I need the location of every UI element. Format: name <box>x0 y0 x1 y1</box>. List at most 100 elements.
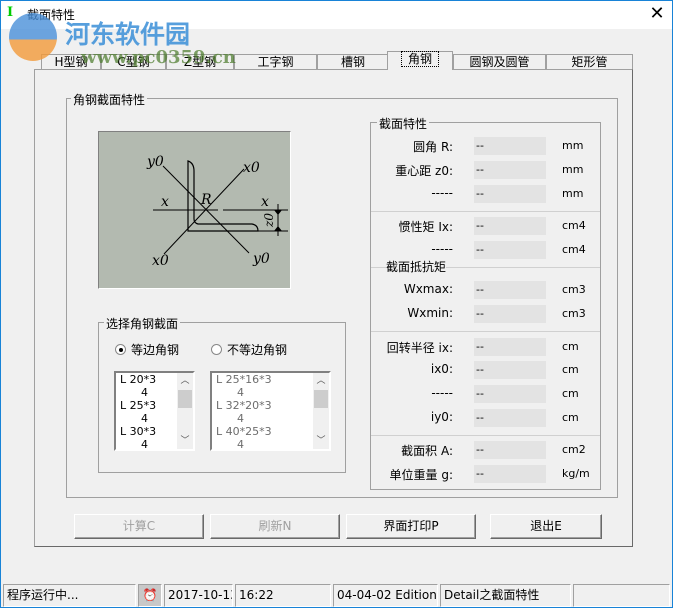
diagram-label-x-left: x <box>161 194 169 210</box>
property-label: ----- <box>431 386 453 400</box>
property-label: ----- <box>431 186 453 200</box>
chevron-down-icon[interactable]: ﹀ <box>177 433 193 449</box>
divider <box>371 211 600 212</box>
status-date: 2017-10-13 <box>164 584 233 607</box>
diagram-svg: y0 x0 x R x z0 x0 y0 <box>146 154 288 269</box>
clock-icon: ⏰ <box>138 584 162 607</box>
section-properties-label: 截面特性 <box>377 115 430 132</box>
property-value-field: -- <box>474 217 546 235</box>
property-label: iy0: <box>430 410 453 424</box>
unequal-angle-list[interactable]: L 25*16*3 4 L 32*20*3 4 L 40*25*3 4 ︿ ﹀ <box>210 371 331 451</box>
radio-checked-icon <box>115 344 126 355</box>
scrollbar[interactable]: ︿ ﹀ <box>177 373 193 449</box>
print-button[interactable]: 界面打印P <box>346 514 476 539</box>
property-unit: kg/m <box>562 467 590 480</box>
diagram-label-x0-top: x0 <box>243 160 260 176</box>
exit-button[interactable]: 退出E <box>490 514 602 539</box>
property-label: Wxmax: <box>403 282 453 296</box>
scroll-thumb[interactable] <box>178 390 192 408</box>
tab-i-beam[interactable]: 工字钢 <box>234 54 317 70</box>
property-unit: cm <box>562 387 579 400</box>
status-detail: Detail之截面特性 <box>440 584 571 607</box>
equal-angle-list[interactable]: L 20*3 4 L 25*3 4 L 30*3 4 ︿ ﹀ <box>114 371 195 451</box>
select-section-label: 选择角钢截面 <box>104 315 181 332</box>
divider <box>371 435 600 436</box>
property-label: 圆角 R: <box>413 140 453 154</box>
property-value-field: -- <box>474 161 546 179</box>
radio-equal-angle[interactable]: 等边角钢 <box>115 341 179 358</box>
tab-label: 槽钢 <box>340 55 365 69</box>
property-label: Wxmin: <box>407 306 453 320</box>
title-bar: I 截面特性 ✕ <box>1 1 672 29</box>
property-label: ----- <box>431 242 453 256</box>
list-item[interactable]: L 32*20*3 <box>212 399 329 412</box>
property-unit: mm <box>562 139 584 152</box>
chevron-up-icon[interactable]: ︿ <box>177 373 193 389</box>
property-unit: cm <box>562 340 579 353</box>
property-value-field: -- <box>474 465 546 483</box>
status-text: 程序运行中... <box>3 584 136 607</box>
property-label: 单位重量 g: <box>389 468 453 482</box>
property-label: 回转半径 ix: <box>386 341 453 355</box>
watermark-url: www.pc0359.cn <box>81 47 236 68</box>
property-value-field: -- <box>474 385 546 403</box>
section-modulus-label: 截面抵抗矩 <box>386 258 447 275</box>
tab-label: 角钢 <box>400 51 440 67</box>
watermark-logo-icon <box>9 13 57 61</box>
property-unit: cm4 <box>562 219 586 232</box>
tab-rect-tube[interactable]: 矩形管 <box>546 54 633 70</box>
radio-unequal-angle[interactable]: 不等边角钢 <box>211 341 287 358</box>
list-item[interactable]: L 40*25*3 <box>212 425 329 438</box>
list-item[interactable]: 4 <box>212 386 329 399</box>
tab-label: 矩形管 <box>571 55 608 69</box>
property-label: 重心距 z0: <box>395 164 453 178</box>
property-value-field: -- <box>474 409 546 427</box>
property-value-field: -- <box>474 305 546 323</box>
status-edition: 04-04-02 Edition <box>333 584 438 607</box>
angle-section-diagram: y0 x0 x R x z0 x0 y0 <box>98 131 291 289</box>
status-time: 16:22 <box>235 584 331 607</box>
property-unit: cm4 <box>562 243 586 256</box>
tab-channel[interactable]: 槽钢 <box>317 54 389 70</box>
tab-label: 工字钢 <box>257 55 294 69</box>
calculate-button[interactable]: 计算C <box>74 514 204 539</box>
status-extra <box>573 584 670 607</box>
property-value-field: -- <box>474 441 546 459</box>
app-window: I 截面特性 ✕ 河东软件园 www.pc0359.cn H型钢 C型钢 Z型钢… <box>0 0 673 608</box>
property-value-field: -- <box>474 241 546 259</box>
property-unit: mm <box>562 163 584 176</box>
property-unit: cm <box>562 411 579 424</box>
property-unit: cm3 <box>562 283 586 296</box>
refresh-button[interactable]: 刷新N <box>210 514 340 539</box>
radio-label: 不等边角钢 <box>227 343 288 357</box>
angle-properties-group-label: 角钢截面特性 <box>71 91 148 108</box>
diagram-label-y0-bottom: y0 <box>252 251 270 267</box>
app-icon: I <box>7 5 14 20</box>
diagram-label-z0: z0 <box>262 213 276 228</box>
property-label: ix0: <box>430 362 453 376</box>
tab-angle[interactable]: 角钢 <box>387 51 453 70</box>
diagram-label-x-right: x <box>261 194 269 210</box>
tab-label: 圆钢及圆管 <box>469 55 530 69</box>
list-item[interactable]: 4 <box>212 412 329 425</box>
property-unit: cm <box>562 363 579 376</box>
diagram-label-x0-bottom: x0 <box>152 253 169 269</box>
diagram-label-r: R <box>200 192 212 208</box>
property-value-field: -- <box>474 361 546 379</box>
list-item[interactable]: 4 <box>212 438 329 449</box>
tab-round-pipe[interactable]: 圆钢及圆管 <box>453 54 546 70</box>
property-value-field: -- <box>474 338 546 356</box>
radio-unchecked-icon <box>211 344 222 355</box>
list-item[interactable]: L 25*16*3 <box>212 373 329 386</box>
close-icon[interactable]: ✕ <box>645 3 669 25</box>
property-label: 截面积 A: <box>401 444 453 458</box>
divider <box>371 331 600 332</box>
property-unit: cm3 <box>562 307 586 320</box>
property-unit: mm <box>562 187 584 200</box>
property-value-field: -- <box>474 137 546 155</box>
diagram-label-y0-top: y0 <box>146 154 164 170</box>
radio-label: 等边角钢 <box>131 343 180 357</box>
property-unit: cm2 <box>562 443 586 456</box>
property-label: 惯性矩 Ix: <box>398 220 454 234</box>
property-value-field: -- <box>474 281 546 299</box>
